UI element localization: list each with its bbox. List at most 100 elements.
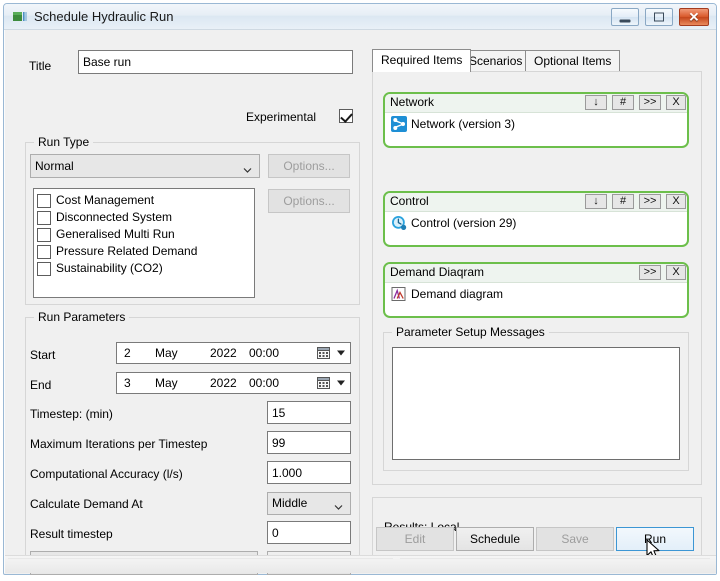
tab-label: Required Items xyxy=(381,53,463,67)
calendar-icon[interactable] xyxy=(317,376,331,390)
accuracy-label: Computational Accuracy (l/s) xyxy=(30,467,183,481)
chevron-down-icon xyxy=(334,499,343,510)
maximize-icon xyxy=(654,12,664,22)
item-row-control[interactable]: Control (version 29) xyxy=(391,214,516,232)
item-box-header: Control ↓ # >> X xyxy=(385,193,687,212)
demand-diagram-icon xyxy=(391,286,407,302)
close-button[interactable]: ✕ xyxy=(679,8,709,26)
list-item[interactable]: Pressure Related Demand xyxy=(34,243,254,260)
start-day[interactable]: 2 xyxy=(124,344,131,362)
timestep-label: Timestep: (min) xyxy=(30,407,113,421)
checkbox-disconnected-system[interactable] xyxy=(37,211,51,225)
status-bar-segment-left xyxy=(8,558,393,571)
run-button[interactable]: Run xyxy=(616,527,694,551)
result-timestep-label: Result timestep xyxy=(30,527,113,541)
list-item[interactable]: Cost Management xyxy=(34,192,254,209)
calculate-demand-select[interactable]: Middle xyxy=(267,492,351,515)
start-year[interactable]: 2022 xyxy=(210,344,237,362)
accuracy-input[interactable] xyxy=(267,461,351,484)
list-item[interactable]: Sustainability (CO2) xyxy=(34,260,254,277)
list-item-label: Generalised Multi Run xyxy=(56,227,175,241)
list-item-label: Sustainability (CO2) xyxy=(56,261,163,275)
tab-strip: Required Items Scenarios Optional Items xyxy=(372,49,702,72)
list-item[interactable]: Generalised Multi Run xyxy=(34,226,254,243)
title-input[interactable] xyxy=(78,50,353,74)
run-mode-value: Normal xyxy=(35,159,74,173)
max-iterations-label: Maximum Iterations per Timestep xyxy=(30,437,208,451)
window-title: Schedule Hydraulic Run xyxy=(34,9,174,24)
control-expand-button[interactable]: >> xyxy=(639,194,661,209)
dialog-window: Schedule Hydraulic Run ✕ Title Experimen… xyxy=(3,3,717,575)
clock-icon xyxy=(391,215,407,231)
status-bar-segment-right xyxy=(400,558,710,571)
checkbox-sustainability-co2[interactable] xyxy=(37,262,51,276)
minimize-icon xyxy=(619,19,631,23)
tab-required-items[interactable]: Required Items xyxy=(372,49,472,72)
dropdown-arrow-icon[interactable] xyxy=(337,380,345,386)
checkbox-generalised-multi-run[interactable] xyxy=(37,228,51,242)
list-item-label: Pressure Related Demand xyxy=(56,244,198,258)
demand-diagram-remove-button[interactable]: X xyxy=(666,265,686,280)
end-label: End xyxy=(30,378,52,392)
title-label: Title xyxy=(29,59,52,73)
experimental-label: Experimental xyxy=(246,110,317,124)
edit-button[interactable]: Edit xyxy=(376,527,454,551)
start-time[interactable]: 00:00 xyxy=(249,344,279,362)
calculate-demand-label: Calculate Demand At xyxy=(30,497,143,511)
start-month[interactable]: May xyxy=(155,344,178,362)
control-number-button[interactable]: # xyxy=(612,194,634,209)
run-mode-select[interactable]: Normal xyxy=(30,154,260,178)
item-row-network[interactable]: Network (version 3) xyxy=(391,115,515,133)
calendar-icon[interactable] xyxy=(317,346,331,360)
demand-diagram-expand-button[interactable]: >> xyxy=(639,265,661,280)
minimize-button[interactable] xyxy=(611,8,639,26)
start-datetime-field[interactable]: 2 May 2022 00:00 xyxy=(116,342,351,364)
network-move-down-button[interactable]: ↓ xyxy=(585,95,607,110)
run-type-group-label: Run Type xyxy=(34,135,94,149)
end-day[interactable]: 3 xyxy=(124,374,131,392)
list-item-label: Disconnected System xyxy=(56,210,173,224)
control-move-down-button[interactable]: ↓ xyxy=(585,194,607,209)
experimental-checkbox[interactable] xyxy=(339,109,353,123)
item-box-control: Control ↓ # >> X Control (version 29) xyxy=(383,191,689,247)
item-header-label: Network xyxy=(390,95,435,109)
dropdown-arrow-icon[interactable] xyxy=(337,350,345,356)
run-type-options-button-1[interactable]: Options... xyxy=(268,154,350,178)
network-number-button[interactable]: # xyxy=(612,95,634,110)
item-row-label: Network (version 3) xyxy=(411,117,516,131)
control-remove-button[interactable]: X xyxy=(666,194,686,209)
timestep-input[interactable] xyxy=(267,401,351,424)
parameter-setup-messages-box[interactable] xyxy=(392,347,680,460)
save-button[interactable]: Save xyxy=(536,527,614,551)
item-header-label: Demand Diaqram xyxy=(390,265,485,279)
maximize-button[interactable] xyxy=(645,8,673,26)
run-type-checkbox-list[interactable]: Cost Management Disconnected System Gene… xyxy=(33,188,255,298)
network-expand-button[interactable]: >> xyxy=(639,95,661,110)
end-datetime-field[interactable]: 3 May 2022 00:00 xyxy=(116,372,351,394)
schedule-button[interactable]: Schedule xyxy=(456,527,534,551)
application-icon xyxy=(13,10,27,24)
item-box-demand-diagram: Demand Diaqram >> X Demand diagram xyxy=(383,262,689,318)
item-box-header: Demand Diaqram >> X xyxy=(385,264,687,283)
item-row-label: Demand diagram xyxy=(411,287,504,301)
result-timestep-input[interactable] xyxy=(267,521,351,544)
item-row-demand-diagram[interactable]: Demand diagram xyxy=(391,285,503,303)
checkbox-cost-management[interactable] xyxy=(37,194,51,208)
item-box-header: Network ↓ # >> X xyxy=(385,94,687,113)
network-remove-button[interactable]: X xyxy=(666,95,686,110)
title-bar: Schedule Hydraulic Run ✕ xyxy=(4,4,716,30)
end-time[interactable]: 00:00 xyxy=(249,374,279,392)
list-item[interactable]: Disconnected System xyxy=(34,209,254,226)
item-row-label: Control (version 29) xyxy=(411,216,517,230)
network-icon xyxy=(391,116,407,132)
item-box-network: Network ↓ # >> X Network (version 3) xyxy=(383,92,689,148)
end-month[interactable]: May xyxy=(155,374,178,392)
start-label: Start xyxy=(30,348,56,362)
run-type-options-button-2[interactable]: Options... xyxy=(268,189,350,213)
close-icon: ✕ xyxy=(688,9,700,25)
max-iterations-input[interactable] xyxy=(267,431,351,454)
checkbox-pressure-related-demand[interactable] xyxy=(37,245,51,259)
end-year[interactable]: 2022 xyxy=(210,374,237,392)
tab-optional-items[interactable]: Optional Items xyxy=(525,50,621,72)
tab-label: Optional Items xyxy=(534,54,612,68)
